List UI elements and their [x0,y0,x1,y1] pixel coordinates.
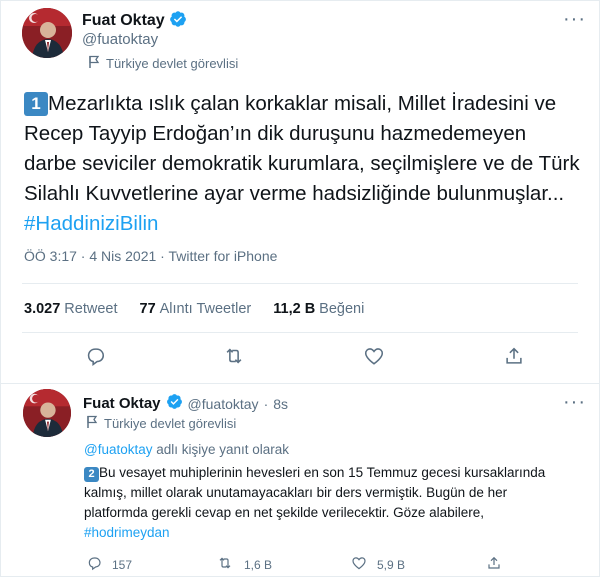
more-icon[interactable]: ··· [563,9,586,29]
author-name[interactable]: Fuat Oktay [83,395,161,412]
like-icon [351,555,367,574]
reply-to-handle[interactable]: @fuatoktay [84,442,153,457]
retweet-count: 1,6 B [244,557,273,572]
reply-button[interactable]: 157 [86,555,216,574]
hashtag-link[interactable]: #hodrimeydan [84,525,170,540]
reply-button[interactable] [24,345,164,372]
retweet-icon [216,555,234,574]
avatar[interactable] [23,389,71,437]
retweet-icon [222,345,246,372]
more-icon[interactable]: ··· [563,392,586,412]
verified-icon [169,10,187,33]
like-icon [363,345,385,372]
share-icon [503,345,525,372]
retweet-button[interactable]: 1,6 B [216,555,351,574]
share-button[interactable] [486,555,526,574]
tweet-text: 1 Mezarlıkta ıslık çalan korkaklar misali… [24,89,580,239]
divider [22,283,578,284]
retweet-button[interactable] [164,345,304,372]
gov-label-row: Türkiye devlet görevlisi [88,55,238,72]
divider [22,332,578,333]
flag-icon [88,55,100,72]
reply-context: @fuatoktay adlı kişiye yanıt olarak [84,442,289,457]
retweets-stat[interactable]: 3.027 Retweet [24,301,118,317]
reply-icon [84,345,106,372]
quotes-stat[interactable]: 77 Alıntı Tweetler [140,301,252,317]
reply-text: 2 Bu vesayet muhiplerinin hevesleri en so… [84,463,570,543]
author-handle[interactable]: @fuatoktay [188,396,259,412]
gov-label: Türkiye devlet görevlisi [106,56,239,71]
author-name[interactable]: Fuat Oktay [82,12,165,29]
tweet-time[interactable]: 8s [273,396,288,412]
tweet-timestamp[interactable]: ÖÖ 3:17 · 4 Nis 2021 · Twitter for iPhon… [24,248,277,264]
gov-label-row: Türkiye devlet görevlisi [86,415,236,432]
author-row: Fuat Oktay [82,10,187,33]
tweet-body: Mezarlıkta ıslık çalan korkaklar misali,… [24,92,580,205]
avatar[interactable] [22,8,72,58]
likes-stat[interactable]: 11,2 B Beğeni [273,301,364,317]
gov-label: Türkiye devlet görevlisi [104,416,237,431]
like-button[interactable] [304,345,444,372]
like-count: 5,9 B [377,557,406,572]
reply-count: 157 [112,557,133,572]
verified-icon [166,393,183,414]
like-button[interactable]: 5,9 B [351,555,486,574]
reply-author-row: Fuat Oktay @fuatoktay · 8s [83,393,288,414]
separator: · [263,395,269,412]
hashtag-link[interactable]: #HaddiniziBilin [24,212,158,235]
reply-to-label: adlı kişiye yanıt olarak [152,442,290,457]
author-handle[interactable]: @fuatoktay [82,31,158,48]
reply-icon [86,555,102,574]
tweet-stats: 3.027 Retweet 77 Alıntı Tweetler 11,2 B Beğ… [24,301,364,317]
reply-actions: 157 1,6 B 5,9 B [86,555,526,574]
divider [0,383,600,384]
tweet-actions [24,345,584,372]
number-badge: 1 [24,92,48,116]
number-badge: 2 [84,467,99,482]
share-button[interactable] [444,345,584,372]
flag-icon [86,415,98,432]
reply-body: Bu vesayet muhiplerinin hevesleri en son… [84,465,546,520]
share-icon [486,555,502,574]
